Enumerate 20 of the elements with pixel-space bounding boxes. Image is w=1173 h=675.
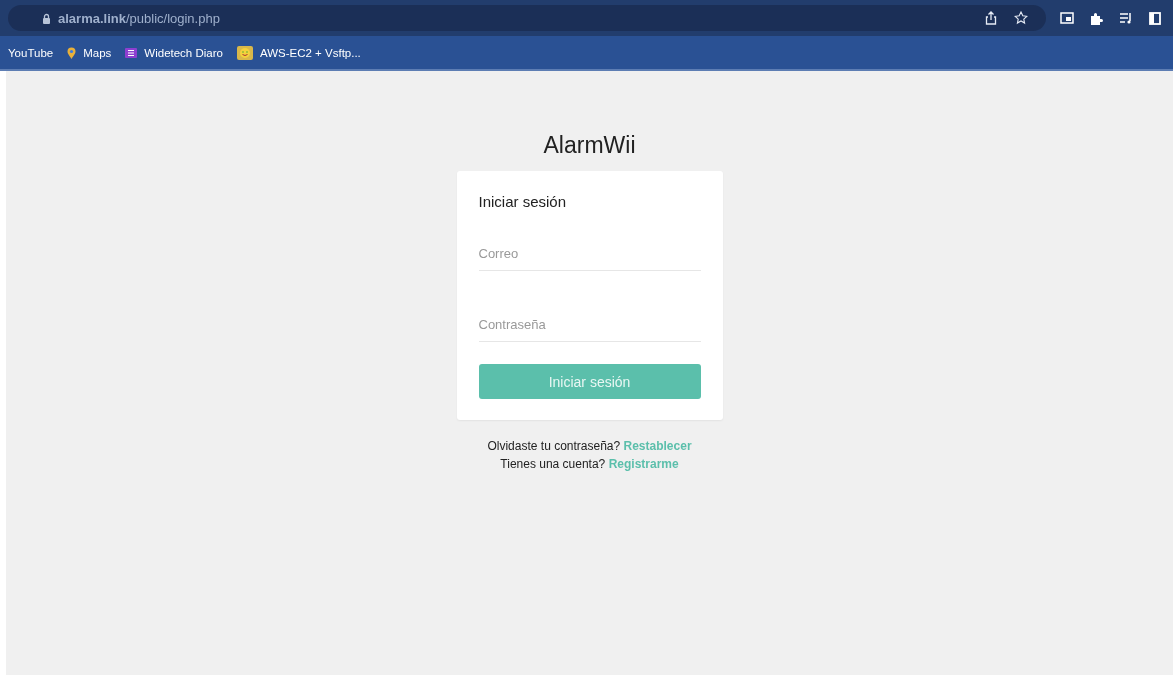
bookmark-item[interactable]: Widetech Diaro <box>125 46 223 59</box>
app-title: AlarmWii <box>543 132 636 159</box>
bookmark-item[interactable]: Maps <box>67 46 112 59</box>
help-text: Olvidaste tu contraseña? Restablecer <box>487 439 692 453</box>
url-text: alarma.link/public/login.php <box>58 10 220 26</box>
puzzle-icon[interactable] <box>1090 11 1103 25</box>
share-icon[interactable] <box>985 11 997 25</box>
picture-in-picture-icon[interactable] <box>1060 12 1074 24</box>
list-icon <box>125 47 138 58</box>
address-bar[interactable]: alarma.link/public/login.php <box>8 5 1046 31</box>
bookmark-item[interactable]: AWS-EC2 + Vsftp... <box>236 45 361 60</box>
card-title: Iniciar sesión <box>478 193 568 210</box>
playlist-icon[interactable] <box>1119 12 1133 24</box>
help-text: Tienes una cuenta? Registrarme <box>500 457 679 471</box>
smiley-icon <box>236 45 253 60</box>
bookmark-item[interactable]: YouTube <box>8 46 54 59</box>
star-icon[interactable] <box>1014 11 1028 25</box>
lock-icon <box>42 12 51 24</box>
side-panel-icon[interactable] <box>1149 11 1161 25</box>
map-pin-icon <box>67 46 77 59</box>
